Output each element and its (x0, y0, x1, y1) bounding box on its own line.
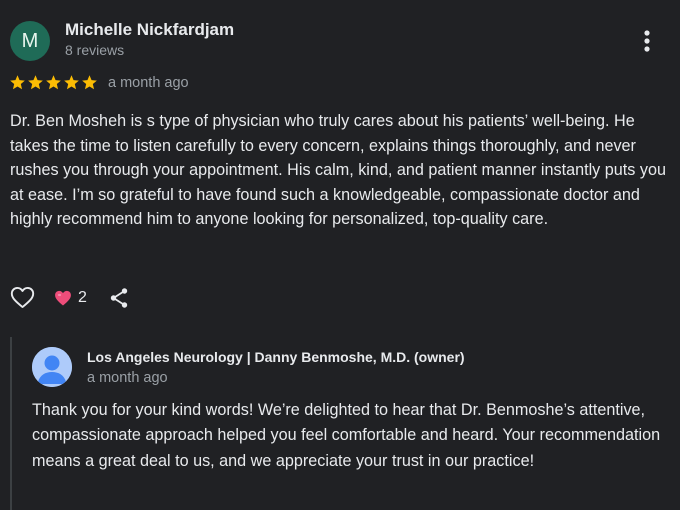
owner-reply-date: a month ago (87, 370, 168, 386)
owner-response: Los Angeles Neurology | Danny Benmoshe, … (10, 337, 670, 510)
author-avatar[interactable]: M (10, 21, 50, 61)
author-initial: M (21, 29, 39, 52)
author-review-count: 8 reviews (65, 42, 125, 58)
share-icon[interactable] (107, 286, 131, 310)
person-icon (32, 347, 72, 387)
star-rating (9, 74, 98, 91)
review-date: a month ago (108, 74, 189, 91)
owner-name[interactable]: Los Angeles Neurology | Danny Benmoshe, … (87, 349, 465, 365)
owner-avatar[interactable] (32, 347, 72, 387)
review-card: M Michelle Nickfardjam 8 reviews a month… (0, 0, 680, 510)
more-vert-icon (644, 30, 650, 52)
star-icon (46, 75, 61, 90)
review-text: Dr. Ben Mosheh is s type of physician wh… (10, 112, 666, 229)
star-icon (64, 75, 79, 90)
author-name[interactable]: Michelle Nickfardjam (65, 20, 234, 40)
heart-filled-icon (55, 290, 71, 305)
star-icon (10, 75, 25, 90)
more-options-button[interactable] (632, 26, 662, 56)
heart-outline-icon[interactable] (9, 284, 36, 311)
star-icon (28, 75, 43, 90)
review-actions: 2 (9, 284, 131, 311)
reaction-button[interactable]: 2 (53, 288, 87, 308)
rating-row: a month ago (9, 74, 189, 91)
owner-reply-text: Thank you for your kind words! We’re del… (32, 401, 661, 470)
star-icon (82, 75, 97, 90)
reaction-count: 2 (78, 288, 87, 306)
